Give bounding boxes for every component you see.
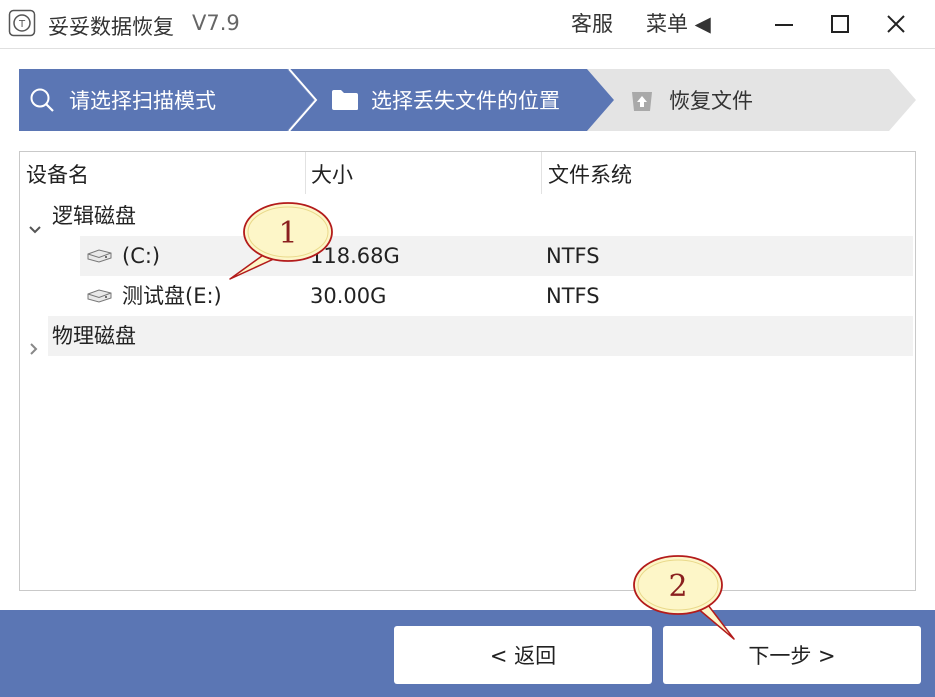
customer-service-button[interactable]: 客服 — [571, 8, 613, 38]
svg-text:T: T — [18, 19, 26, 30]
app-title: 妥妥数据恢复 — [48, 15, 174, 39]
step-scan-mode-label: 请选择扫描模式 — [69, 89, 216, 113]
tree-group-logical-disks[interactable]: 逻辑磁盘 — [20, 196, 913, 236]
tree-group-label: 逻辑磁盘 — [52, 204, 136, 228]
close-button[interactable] — [876, 6, 916, 42]
callout-marker-2: 2 — [633, 555, 735, 640]
maximize-icon — [831, 15, 849, 33]
tree-group-physical-disks[interactable]: 物理磁盘 — [30, 316, 913, 356]
app-logo-icon: T — [8, 9, 36, 37]
drive-icon — [87, 249, 112, 263]
callout-marker-1: 1 — [229, 202, 333, 280]
drive-icon — [87, 289, 112, 303]
close-icon — [887, 15, 905, 33]
callout-number-2: 2 — [668, 569, 687, 604]
column-header-filesystem[interactable]: 文件系统 — [542, 152, 913, 194]
step-recover-files-label: 恢复文件 — [669, 89, 753, 113]
title-divider — [0, 48, 935, 49]
drive-name: 测试盘(E:) — [122, 284, 222, 308]
callout-number-1: 1 — [278, 216, 297, 251]
search-icon — [30, 88, 54, 112]
table-row-drive-e[interactable]: 测试盘(E:) 30.00G NTFS — [80, 276, 913, 316]
minimize-icon — [775, 24, 793, 26]
folder-icon — [332, 90, 358, 110]
step-recover-files: 恢复文件 — [629, 69, 753, 131]
back-button[interactable]: < 返回 — [394, 626, 652, 684]
device-table: 设备名 大小 文件系统 逻辑磁盘 (C:) 118.68G NTFS 测试盘(E… — [19, 151, 916, 591]
maximize-button[interactable] — [820, 6, 860, 42]
drive-name: (C:) — [122, 244, 161, 268]
drive-filesystem: NTFS — [546, 284, 600, 308]
title-bar: T 妥妥数据恢复 V7.9 客服 菜单 ◀ — [0, 0, 935, 48]
restore-icon — [632, 92, 652, 111]
drive-filesystem: NTFS — [546, 244, 600, 268]
step-scan-mode: 请选择扫描模式 — [29, 69, 216, 131]
table-row-drive-c[interactable]: (C:) 118.68G NTFS — [80, 236, 913, 276]
step-select-location-label: 选择丢失文件的位置 — [371, 89, 560, 113]
app-version: V7.9 — [192, 11, 240, 35]
column-header-size[interactable]: 大小 — [305, 152, 541, 194]
step-select-location: 选择丢失文件的位置 — [331, 69, 560, 131]
tree-group-label: 物理磁盘 — [52, 324, 136, 348]
column-header-device-name[interactable]: 设备名 — [20, 152, 305, 194]
menu-button[interactable]: 菜单 ◀ — [646, 8, 711, 38]
chevron-down-icon[interactable] — [28, 210, 42, 250]
step-breadcrumb: 请选择扫描模式 选择丢失文件的位置 恢复文件 — [19, 69, 916, 131]
minimize-button[interactable] — [764, 6, 804, 42]
chevron-right-icon[interactable] — [28, 329, 40, 369]
